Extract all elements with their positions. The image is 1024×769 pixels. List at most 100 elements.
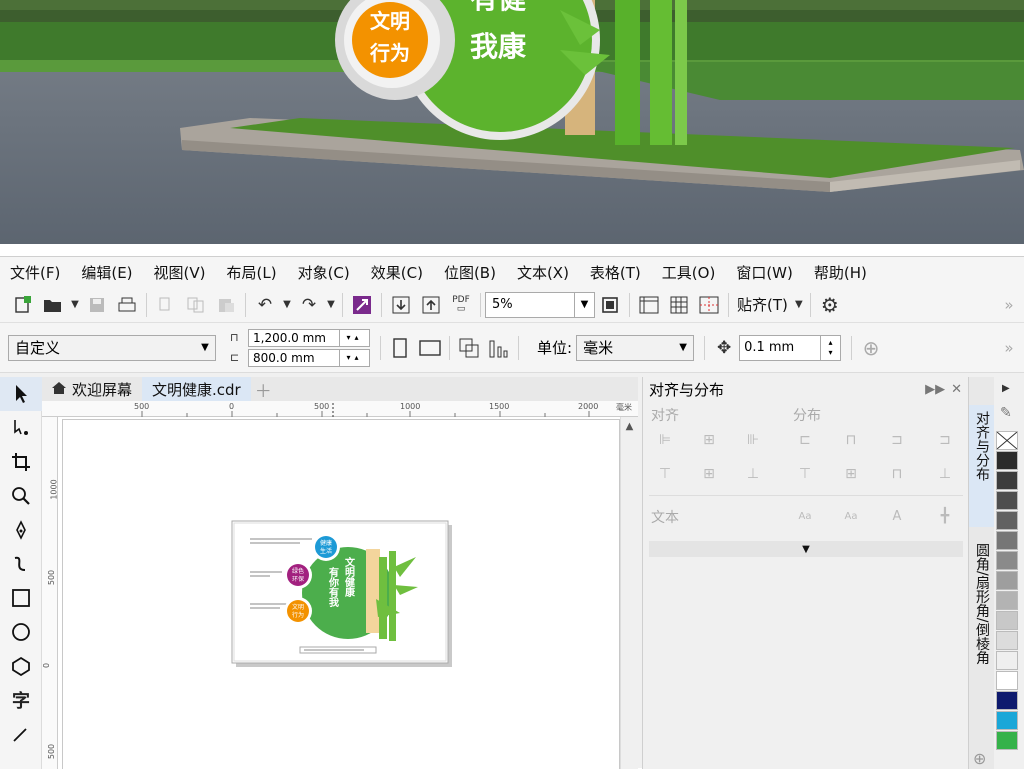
palette-swatch[interactable] (996, 611, 1018, 630)
import-icon[interactable] (386, 291, 416, 319)
align-right-icon[interactable]: ⊪ (741, 429, 765, 451)
menu-table[interactable]: 表格(T) (590, 262, 641, 283)
zoom-tool-icon[interactable] (0, 479, 42, 513)
align-left-icon[interactable]: ⊫ (653, 429, 677, 451)
width-stepper-icon[interactable]: ▾▴ (340, 328, 370, 347)
paste-icon[interactable] (211, 291, 241, 319)
panel-expand-icon[interactable]: ▶▶ (925, 382, 945, 397)
text-first-baseline-icon[interactable]: Aa (793, 505, 817, 527)
palette-swatch[interactable] (996, 531, 1018, 550)
palette-swatch[interactable] (996, 571, 1018, 590)
docker-add-icon[interactable]: ⊕ (973, 749, 986, 768)
docker-tab-fillet[interactable]: 圆角/扇形角/倒棱角 (969, 537, 995, 737)
redo-icon[interactable]: ↷ (294, 291, 324, 319)
print-icon[interactable] (112, 291, 142, 319)
align-top-icon[interactable]: ⊤ (653, 463, 677, 485)
portrait-icon[interactable] (385, 334, 415, 362)
nudge-distance-input[interactable]: 0.1 mm (739, 334, 822, 361)
distribute-vspacing-icon[interactable]: ⊓ (885, 463, 909, 485)
shape-tool-icon[interactable] (0, 411, 42, 445)
drawing-canvas[interactable]: 健康 生活 绿色 环保 文明 行为 有你有我 文明健康 (58, 417, 620, 769)
distribute-top-icon[interactable]: ⊤ (793, 463, 817, 485)
palette-swatch[interactable] (996, 591, 1018, 610)
text-tool-icon[interactable]: 字 (0, 683, 42, 717)
page-size-preset-select[interactable]: 自定义 ▼ (8, 334, 216, 361)
ellipse-tool-icon[interactable] (0, 615, 42, 649)
export-icon[interactable] (416, 291, 446, 319)
artistic-media-tool-icon[interactable] (0, 547, 42, 581)
menu-layout[interactable]: 布局(L) (227, 262, 277, 283)
palette-swatch[interactable] (996, 731, 1018, 750)
open-dropdown-icon[interactable]: ▼ (68, 291, 82, 319)
vertical-ruler[interactable]: 1000 500 0 500 (42, 417, 59, 769)
distribute-bottom-icon[interactable]: ⊥ (933, 463, 957, 485)
toolbar-overflow-icon[interactable]: » (994, 334, 1024, 362)
gear-icon[interactable]: ⚙ (815, 291, 845, 319)
menu-help[interactable]: 帮助(H) (814, 262, 867, 283)
menu-edit[interactable]: 编辑(E) (81, 262, 132, 283)
nudge-stepper-icon[interactable]: ▴ ▾ (821, 334, 842, 361)
open-folder-icon[interactable] (38, 291, 68, 319)
pick-tool-icon[interactable] (0, 377, 42, 411)
show-guidelines-icon[interactable] (694, 291, 724, 319)
publish-pdf-icon[interactable]: PDF ▭ (446, 291, 476, 319)
no-color-swatch[interactable] (996, 431, 1018, 450)
docker-tab-align[interactable]: 对齐与分布 (969, 405, 995, 527)
vertical-scrollbar[interactable]: ▲ (620, 417, 638, 769)
crop-tool-icon[interactable] (0, 445, 42, 479)
eyedropper-icon[interactable]: ✎ (1000, 405, 1012, 421)
distribute-center-icon[interactable]: ⊓ (839, 429, 863, 451)
units-select[interactable]: 毫米 ▼ (576, 334, 695, 361)
add-tab-icon[interactable]: ＋ (255, 377, 272, 402)
distribute-right-icon[interactable]: ⊐ (933, 429, 957, 451)
panel-close-icon[interactable]: ✕ (951, 382, 962, 397)
menu-object[interactable]: 对象(C) (298, 262, 350, 283)
palette-swatch[interactable] (996, 631, 1018, 650)
palette-swatch[interactable] (996, 491, 1018, 510)
copy-icon[interactable] (181, 291, 211, 319)
undo-icon[interactable]: ↶ (250, 291, 280, 319)
distribute-left-icon[interactable]: ⊏ (793, 429, 817, 451)
menu-view[interactable]: 视图(V) (154, 262, 206, 283)
text-last-baseline-icon[interactable]: Aa (839, 505, 863, 527)
undo-dropdown-icon[interactable]: ▼ (280, 291, 294, 319)
menu-tools[interactable]: 工具(O) (662, 262, 716, 283)
tab-document[interactable]: 文明健康.cdr (142, 377, 251, 401)
menu-text[interactable]: 文本(X) (517, 262, 569, 283)
toolbar-overflow-icon[interactable]: » (994, 291, 1024, 319)
palette-swatch[interactable] (996, 691, 1018, 710)
horizontal-ruler[interactable]: 500 0 500 1000 1500 2000 毫米 (42, 401, 638, 417)
palette-swatch[interactable] (996, 511, 1018, 530)
text-outline-icon[interactable]: ╋ (933, 505, 957, 527)
artwork[interactable]: 健康 生活 绿色 环保 文明 行为 有你有我 文明健康 (58, 417, 620, 769)
show-grid-icon[interactable] (664, 291, 694, 319)
show-rulers-icon[interactable] (634, 291, 664, 319)
freehand-tool-icon[interactable] (0, 513, 42, 547)
distribute-spacing-icon[interactable]: ⊐ (885, 429, 909, 451)
save-icon[interactable] (82, 291, 112, 319)
align-center-h-icon[interactable]: ⊞ (697, 429, 721, 451)
menu-effects[interactable]: 效果(C) (371, 262, 423, 283)
add-icon[interactable]: ⊕ (856, 334, 886, 362)
rectangle-tool-icon[interactable] (0, 581, 42, 615)
landscape-icon[interactable] (415, 334, 445, 362)
align-bottom-icon[interactable]: ⊥ (741, 463, 765, 485)
search-content-icon[interactable] (347, 291, 377, 319)
current-page-icon[interactable] (484, 334, 514, 362)
menu-window[interactable]: 窗口(W) (736, 262, 793, 283)
palette-swatch[interactable] (996, 671, 1018, 690)
menu-file[interactable]: 文件(F) (10, 262, 60, 283)
scroll-up-icon[interactable]: ▲ (621, 421, 638, 432)
zoom-level-select[interactable]: 5% ▼ (485, 291, 595, 318)
palette-swatch[interactable] (996, 471, 1018, 490)
palette-swatch[interactable] (996, 711, 1018, 730)
palette-swatch[interactable] (996, 551, 1018, 570)
menu-bitmaps[interactable]: 位图(B) (444, 262, 496, 283)
snap-dropdown-icon[interactable]: ▼ (792, 291, 806, 319)
palette-swatch[interactable] (996, 651, 1018, 670)
full-screen-icon[interactable] (595, 291, 625, 319)
text-bbox-icon[interactable]: A (885, 505, 909, 527)
palette-swatch[interactable] (996, 451, 1018, 470)
page-width-input[interactable]: 1,200.0 mm (248, 328, 340, 347)
snap-to-button[interactable]: 贴齐(T) (733, 294, 792, 315)
